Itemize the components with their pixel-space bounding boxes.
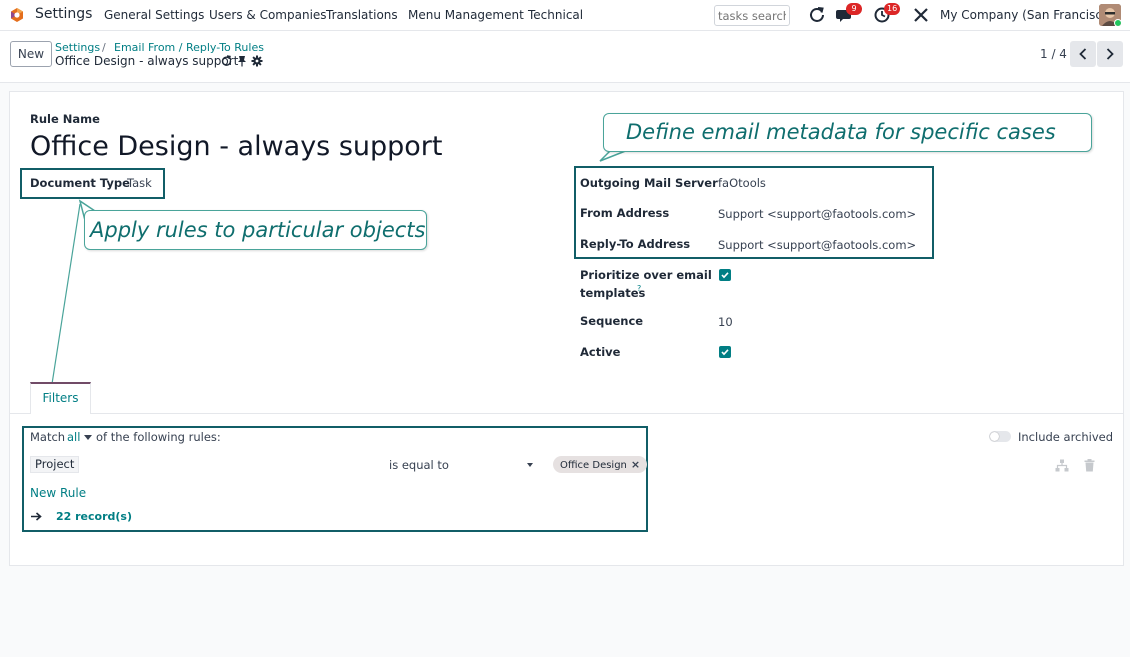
caret-down-icon[interactable] (84, 435, 92, 440)
menu-technical[interactable]: Technical (528, 8, 583, 22)
activities-badge: 16 (884, 3, 901, 15)
active-label: Active (580, 345, 621, 359)
caret-down-icon[interactable] (527, 463, 533, 467)
menu-menu-management[interactable]: Menu Management (408, 8, 524, 22)
debug-tools-icon[interactable] (912, 6, 930, 24)
menu-users-companies[interactable]: Users & Companies (209, 8, 327, 22)
gear-icon[interactable] (251, 55, 263, 67)
match-prefix: Match (30, 430, 66, 444)
presence-indicator (1114, 19, 1121, 26)
search-input[interactable] (714, 5, 790, 26)
tab-divider (10, 413, 1123, 414)
include-archived-label: Include archived (1018, 430, 1114, 444)
match-suffix: of the following rules: (96, 430, 221, 444)
record-title: Office Design - always support (55, 54, 239, 68)
messages-badge: 9 (846, 3, 862, 15)
breadcrumb-separator: / (102, 41, 106, 54)
document-type-value[interactable]: Task (127, 176, 152, 190)
top-navbar: Settings General Settings Users & Compan… (0, 0, 1130, 31)
arrow-right-icon (31, 512, 42, 521)
active-checkbox[interactable] (719, 346, 731, 358)
refresh-icon[interactable] (808, 6, 826, 24)
prioritize-checkbox[interactable] (719, 269, 731, 281)
rule-operator-select[interactable]: is equal to (389, 458, 449, 472)
add-branch-icon[interactable] (1055, 459, 1069, 472)
check-icon (721, 272, 729, 279)
sequence-label: Sequence (580, 314, 644, 328)
new-rule-link[interactable]: New Rule (30, 486, 86, 500)
rule-name-label: Rule Name (30, 112, 100, 126)
include-archived-toggle[interactable] (989, 431, 1011, 442)
callout-email-metadata: Define email metadata for specific cases (603, 113, 1092, 152)
control-panel: New Settings / Email From / Reply-To Rul… (0, 31, 1130, 83)
from-address-value[interactable]: Support <support@faotools.com> (718, 207, 916, 221)
prioritize-label-line2: templates (580, 286, 646, 300)
breadcrumb-settings[interactable]: Settings (55, 41, 100, 54)
rule-value-tag-label: Office Design (560, 460, 627, 471)
chevron-right-icon (1106, 48, 1114, 60)
outgoing-server-label: Outgoing Mail Server (580, 176, 718, 190)
rule-field-chip[interactable]: Project (30, 456, 80, 473)
breadcrumb-email-rules[interactable]: Email From / Reply-To Rules (114, 41, 264, 54)
check-icon (721, 349, 729, 356)
rule-value-tag[interactable]: Office Design × (553, 456, 648, 473)
help-tooltip-icon[interactable]: ? (637, 284, 641, 293)
chevron-left-icon (1079, 48, 1087, 60)
menu-general-settings[interactable]: General Settings (104, 8, 204, 22)
sequence-value[interactable]: 10 (718, 315, 733, 329)
reply-to-label: Reply-To Address (580, 237, 691, 251)
remove-tag-icon[interactable]: × (631, 458, 640, 471)
refresh-icon[interactable] (220, 55, 232, 67)
pager-next-button[interactable] (1097, 41, 1123, 67)
reply-to-value[interactable]: Support <support@faotools.com> (718, 238, 916, 252)
document-type-label: Document Type (30, 176, 130, 190)
prioritize-label-line1: Prioritize over email (580, 268, 712, 282)
app-title[interactable]: Settings (35, 6, 92, 22)
user-avatar[interactable] (1099, 4, 1121, 26)
company-switcher[interactable]: My Company (San Francisco) (940, 8, 1114, 22)
odoo-logo-icon[interactable] (9, 7, 25, 23)
form-sheet (9, 91, 1124, 566)
rule-name-input[interactable]: Office Design - always support (30, 131, 443, 162)
toggle-knob (990, 432, 999, 441)
outgoing-server-value[interactable]: faOtools (718, 176, 766, 190)
callout-objects: Apply rules to particular objects (84, 210, 427, 250)
tab-filters[interactable]: Filters (30, 382, 91, 414)
menu-translations[interactable]: Translations (326, 8, 398, 22)
trash-icon[interactable] (1084, 459, 1095, 472)
match-mode-select[interactable]: all (67, 430, 80, 444)
records-count-link[interactable]: 22 record(s) (56, 510, 132, 523)
new-button[interactable]: New (10, 41, 52, 67)
pin-icon[interactable] (236, 55, 248, 67)
pager-previous-button[interactable] (1070, 41, 1096, 67)
from-address-label: From Address (580, 206, 670, 220)
pager-counter[interactable]: 1 / 4 (1040, 47, 1067, 61)
